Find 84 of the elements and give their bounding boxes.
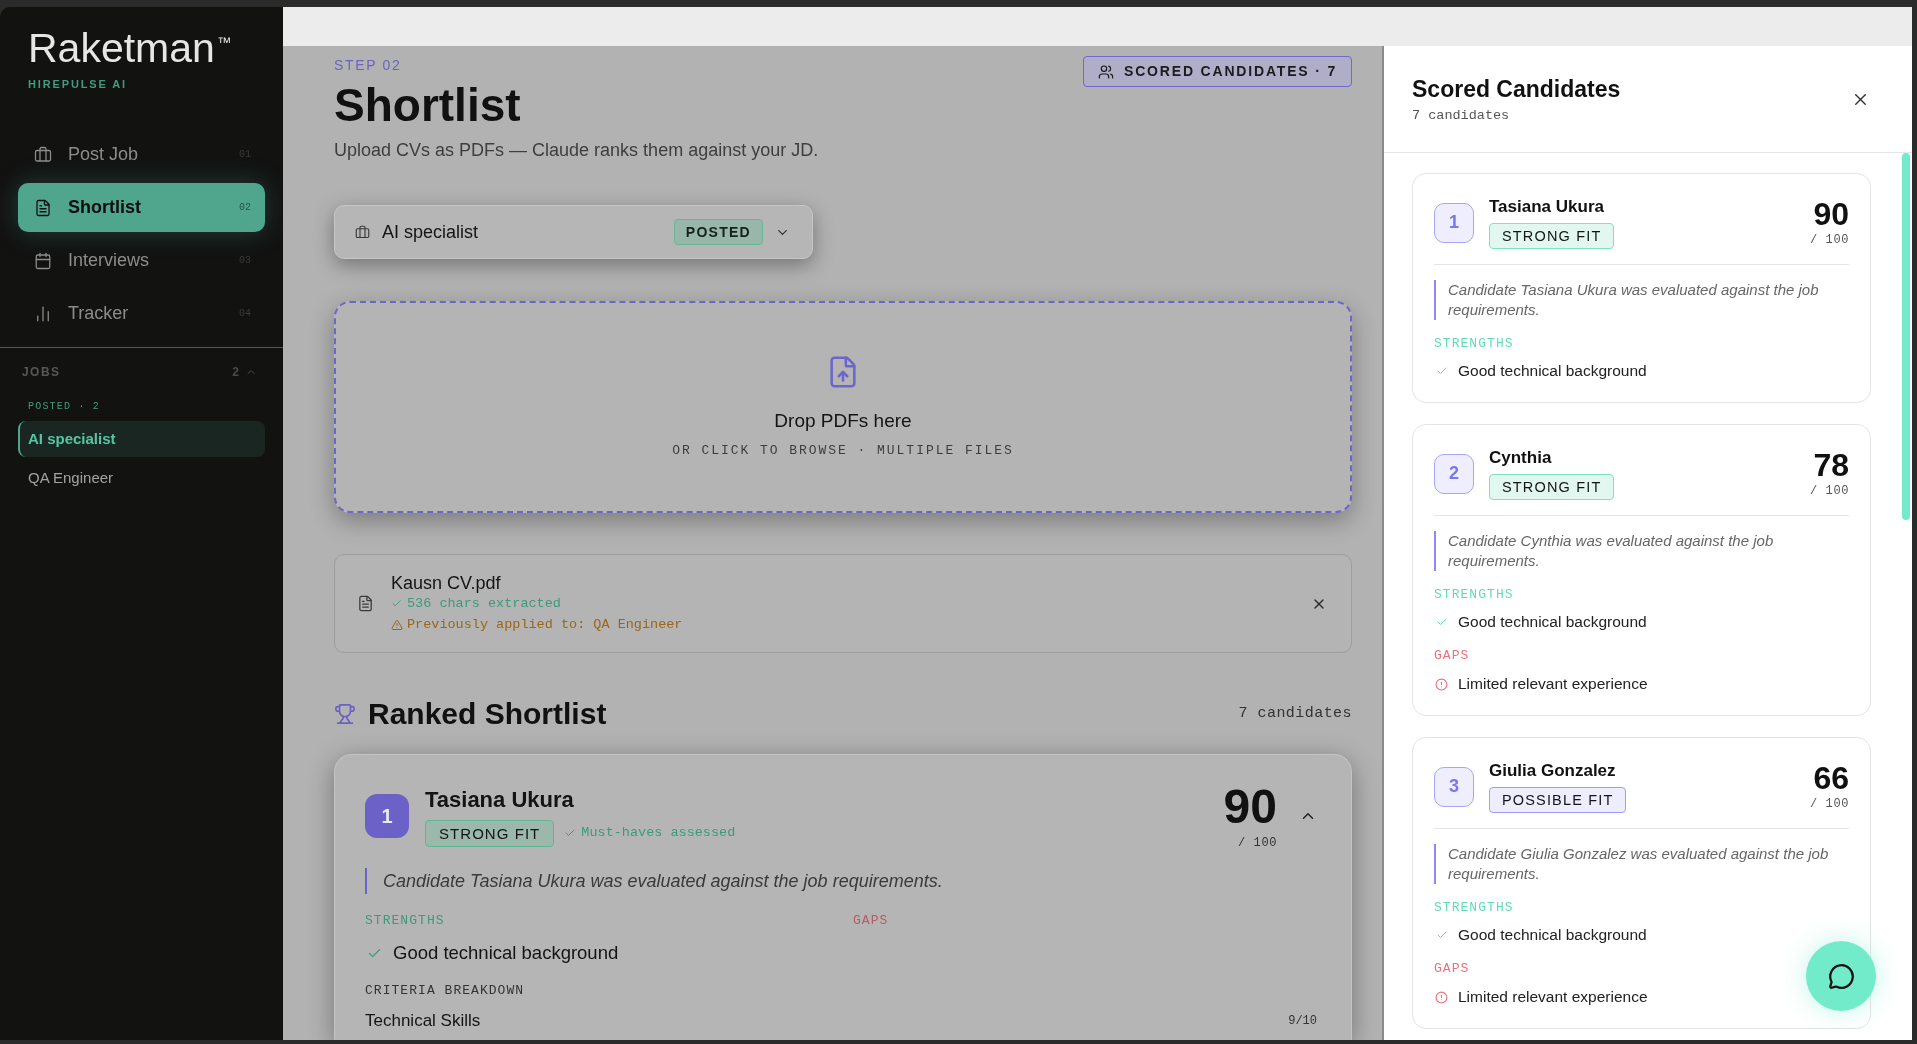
assessment-note: Must-haves assessed [581, 823, 736, 842]
drawer-count: 7 candidates [1412, 108, 1511, 124]
document-icon [34, 198, 52, 217]
candidate-summary: Candidate Giulia Gonzalez was evaluated against the job requirements. [1434, 844, 1849, 884]
gaps-label: GAPS [1434, 649, 1471, 663]
check-icon [1436, 929, 1448, 941]
calendar-icon [34, 251, 52, 270]
warning-icon [391, 618, 403, 631]
rank-badge: 1 [1434, 202, 1474, 243]
tagline: HIREPULSE AI [28, 77, 129, 91]
score: 90 [1813, 198, 1849, 230]
check-icon [564, 827, 577, 839]
gaps-label: GAPS [853, 912, 890, 930]
chat-bubble-icon [1827, 962, 1855, 990]
score: 66 [1813, 762, 1849, 794]
bar-chart-icon [34, 304, 52, 323]
check-icon [1436, 365, 1448, 377]
criterion-name: Technical Skills [365, 1010, 481, 1032]
check-icon [391, 598, 402, 609]
score-scale: / 100 [1810, 233, 1849, 247]
nav-item[interactable]: Shortlist 02 [18, 183, 265, 232]
rank-badge: 2 [1434, 453, 1474, 494]
extraction-status: 536 chars extracted [407, 594, 561, 613]
score-scale: / 100 [1238, 836, 1277, 850]
strength-item: Good technical background [393, 941, 619, 965]
score: 90 [1223, 782, 1277, 832]
scored-candidates-button[interactable]: SCORED CANDIDATES · 7 [1083, 56, 1352, 87]
file-name: Kausn CV.pdf [391, 571, 502, 594]
job-select[interactable]: AI specialist POSTED [334, 205, 813, 259]
check-icon [1436, 616, 1448, 628]
job-count: 2 [232, 364, 239, 380]
page-subtitle: Upload CVs as PDFs — Claude ranks them against your JD. [334, 139, 819, 162]
section-heading: Ranked Shortlist [368, 696, 607, 732]
strengths-label: STRENGTHS [1434, 588, 1515, 602]
alert-circle-icon [1435, 990, 1448, 1004]
candidate-name: Giulia Gonzalez [1489, 760, 1616, 782]
strengths-label: STRENGTHS [1434, 337, 1515, 351]
candidate-summary: Candidate Tasiana Ukura was evaluated against the job requirements. [365, 868, 1317, 894]
duplicate-warning: Previously applied to: QA Engineer [407, 615, 683, 634]
rank-badge: 3 [1434, 766, 1474, 807]
drawer-title: Scored Candidates [1412, 75, 1621, 103]
fit-badge: STRONG FIT [1489, 474, 1615, 500]
job-item[interactable]: QA Engineer [18, 460, 265, 496]
strength-item: Good technical background [1458, 612, 1647, 632]
candidate-summary: Candidate Cynthia was evaluated against the job requirements. [1434, 531, 1849, 571]
job-item[interactable]: AI specialist [18, 421, 265, 457]
dropzone-title: Drop PDFs here [774, 408, 912, 433]
users-icon [1098, 63, 1114, 80]
document-icon [357, 595, 374, 612]
criterion-score: 9/10 [1288, 1013, 1317, 1030]
candidate-name: Cynthia [1489, 447, 1552, 469]
strength-item: Good technical background [1458, 925, 1647, 945]
candidate-count: 7 candidates [1238, 703, 1352, 724]
strengths-label: STRENGTHS [1434, 901, 1515, 915]
trophy-icon [334, 703, 356, 725]
scrollbar-thumb[interactable] [1902, 153, 1910, 520]
strength-item: Good technical background [1458, 361, 1647, 381]
score-scale: / 100 [1810, 484, 1849, 498]
group-label: POSTED · 2 [28, 400, 100, 414]
score-scale: / 100 [1810, 797, 1849, 811]
fit-badge: POSSIBLE FIT [1489, 787, 1627, 813]
briefcase-icon [355, 224, 370, 240]
candidate-name: Tasiana Ukura [425, 785, 574, 814]
gaps-label: GAPS [1434, 962, 1471, 976]
step-number: 02 [239, 201, 251, 215]
rank-badge: 1 [365, 794, 409, 838]
candidate-summary: Candidate Tasiana Ukura was evaluated against the job requirements. [1434, 280, 1849, 320]
logo: Raketman$^{™}$ [28, 28, 231, 69]
criteria-label: CRITERIA BREAKDOWN [365, 982, 526, 1000]
strengths-label: STRENGTHS [365, 912, 446, 930]
fit-badge: STRONG FIT [1489, 223, 1615, 249]
step-label: STEP 02 [334, 56, 403, 74]
briefcase-icon [34, 145, 52, 164]
gap-item: Limited relevant experience [1458, 987, 1648, 1007]
fit-badge: STRONG FIT [425, 819, 555, 847]
candidate-name: Tasiana Ukura [1489, 196, 1604, 218]
file-dropzone[interactable]: Drop PDFs here OR CLICK TO BROWSE · MULTIPLE FILES [334, 301, 1352, 513]
score: 78 [1813, 449, 1849, 481]
alert-circle-icon [1435, 677, 1448, 691]
page-title: Shortlist [334, 80, 522, 130]
dropzone-hint: OR CLICK TO BROWSE · MULTIPLE FILES [672, 441, 1014, 460]
status-badge: POSTED [673, 219, 763, 245]
section-title: JOBS [22, 364, 61, 380]
gap-item: Limited relevant experience [1458, 674, 1648, 694]
